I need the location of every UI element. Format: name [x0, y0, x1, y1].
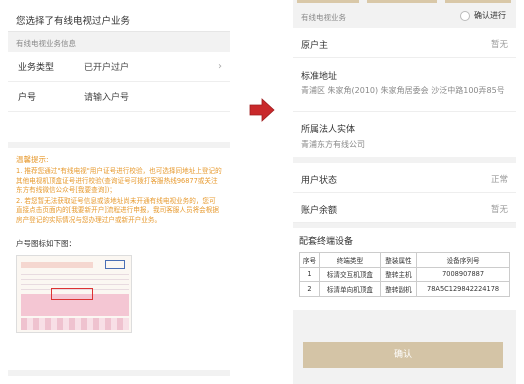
tips-box: 温馨提示: 1. 推荐您通过"有线电视"用户证号进行校验，也可选择同地址上登记的… [8, 148, 230, 370]
entity-value: 青浦东方有线公司 [301, 140, 365, 149]
table-row: 2 标清单向机顶盒 整转副机 78A5C129842224178 [298, 281, 510, 297]
confirm-button[interactable]: 确认 [303, 342, 503, 368]
account-number-label: 户号 [18, 93, 37, 103]
address-label: 标准地址 [301, 72, 338, 82]
left-section-label: 有线电视业务信息 [16, 39, 76, 48]
table-header: 设备序列号 [416, 252, 510, 268]
table-header: 终端类型 [319, 252, 381, 268]
entity-row: 所属法人实体 青浦东方有线公司 [293, 112, 516, 157]
holder-label: 原户主 [301, 41, 329, 51]
table-cell: 整转副机 [379, 281, 418, 297]
image-caption: 户号图标如下图： [16, 238, 76, 248]
button-bar: 确认 [293, 334, 516, 384]
left-header-title: 您选择了有线电视过户业务 [8, 4, 230, 32]
confirm-proceed-radio[interactable]: 确认进行 [460, 10, 506, 21]
tip-item-2: 2. 若您暂无法获取证号信息或该地址尚未开通有线电视业务的，您可直接点击页面内的… [16, 196, 219, 224]
table-header-row: 序号 终端类型 整装属性 设备序列号 [298, 252, 510, 268]
table-cell: 整转主机 [379, 266, 418, 282]
left-phone-screen: 您选择了有线电视过户业务 有线电视业务信息 业务类型 已开户过户 › 户号 请输… [8, 4, 230, 376]
table-cell: 7008907887 [416, 266, 510, 282]
table-row: 1 标清交互机顶盒 整转主机 7008907887 [298, 266, 510, 282]
account-document-image [16, 254, 132, 333]
entity-label: 所属法人实体 [301, 125, 356, 135]
business-type-row[interactable]: 业务类型 已开户过户 › [8, 52, 230, 82]
radio-icon[interactable] [460, 10, 470, 21]
account-number-input[interactable]: 请输入户号 [84, 90, 129, 103]
table-header: 整装属性 [379, 252, 418, 268]
arrow-right-icon [249, 98, 275, 122]
status-value: 正常 [490, 175, 508, 185]
business-type-value: 已开户过户 [84, 63, 130, 73]
right-phone-screen: 有线电视业务 确认进行 原户主 暂无 标准地址 青浦区 朱家角(2010) 朱家… [293, 0, 516, 384]
holder-value: 暂无 [490, 40, 508, 50]
address-value: 青浦区 朱家角(2010) 朱家角居委会 沙泛中路100弄85号 [301, 86, 505, 95]
tips-title: 温馨提示: [16, 155, 49, 164]
table-cell: 1 [298, 266, 321, 282]
confirm-proceed-label: 确认进行 [474, 11, 506, 20]
balance-value: 暂无 [490, 205, 508, 215]
status-row: 用户状态 正常 [293, 163, 516, 193]
devices-table: 序号 终端类型 整装属性 设备序列号 1 标清交互机顶盒 整转主机 700890… [298, 252, 510, 297]
table-cell: 2 [298, 281, 321, 297]
balance-label: 账户余额 [301, 206, 338, 216]
business-type-label: 业务类型 [18, 63, 55, 73]
account-number-row[interactable]: 户号 请输入户号 [8, 82, 230, 112]
table-header: 序号 [298, 252, 321, 268]
empty-row [8, 112, 230, 142]
table-cell: 标清交互机顶盒 [319, 266, 381, 282]
tip-item-1: 1. 推荐您通过"有线电视"用户证号进行校验，也可选择同地址上登记的其他电视机顶… [16, 167, 222, 195]
address-row: 标准地址 青浦区 朱家角(2010) 朱家角居委会 沙泛中路100弄85号 [293, 58, 516, 112]
balance-row: 账户余额 暂无 [293, 193, 516, 223]
holder-row: 原户主 暂无 [293, 28, 516, 58]
chevron-right-icon: › [218, 61, 222, 72]
table-cell: 78A5C129842224178 [416, 281, 510, 297]
status-label: 用户状态 [301, 176, 338, 186]
devices-section: 配套终端设备 序号 终端类型 整装属性 设备序列号 1 标清交互机顶盒 整转主机… [293, 228, 516, 310]
table-cell: 标清单向机顶盒 [319, 281, 381, 297]
devices-title: 配套终端设备 [299, 237, 354, 247]
